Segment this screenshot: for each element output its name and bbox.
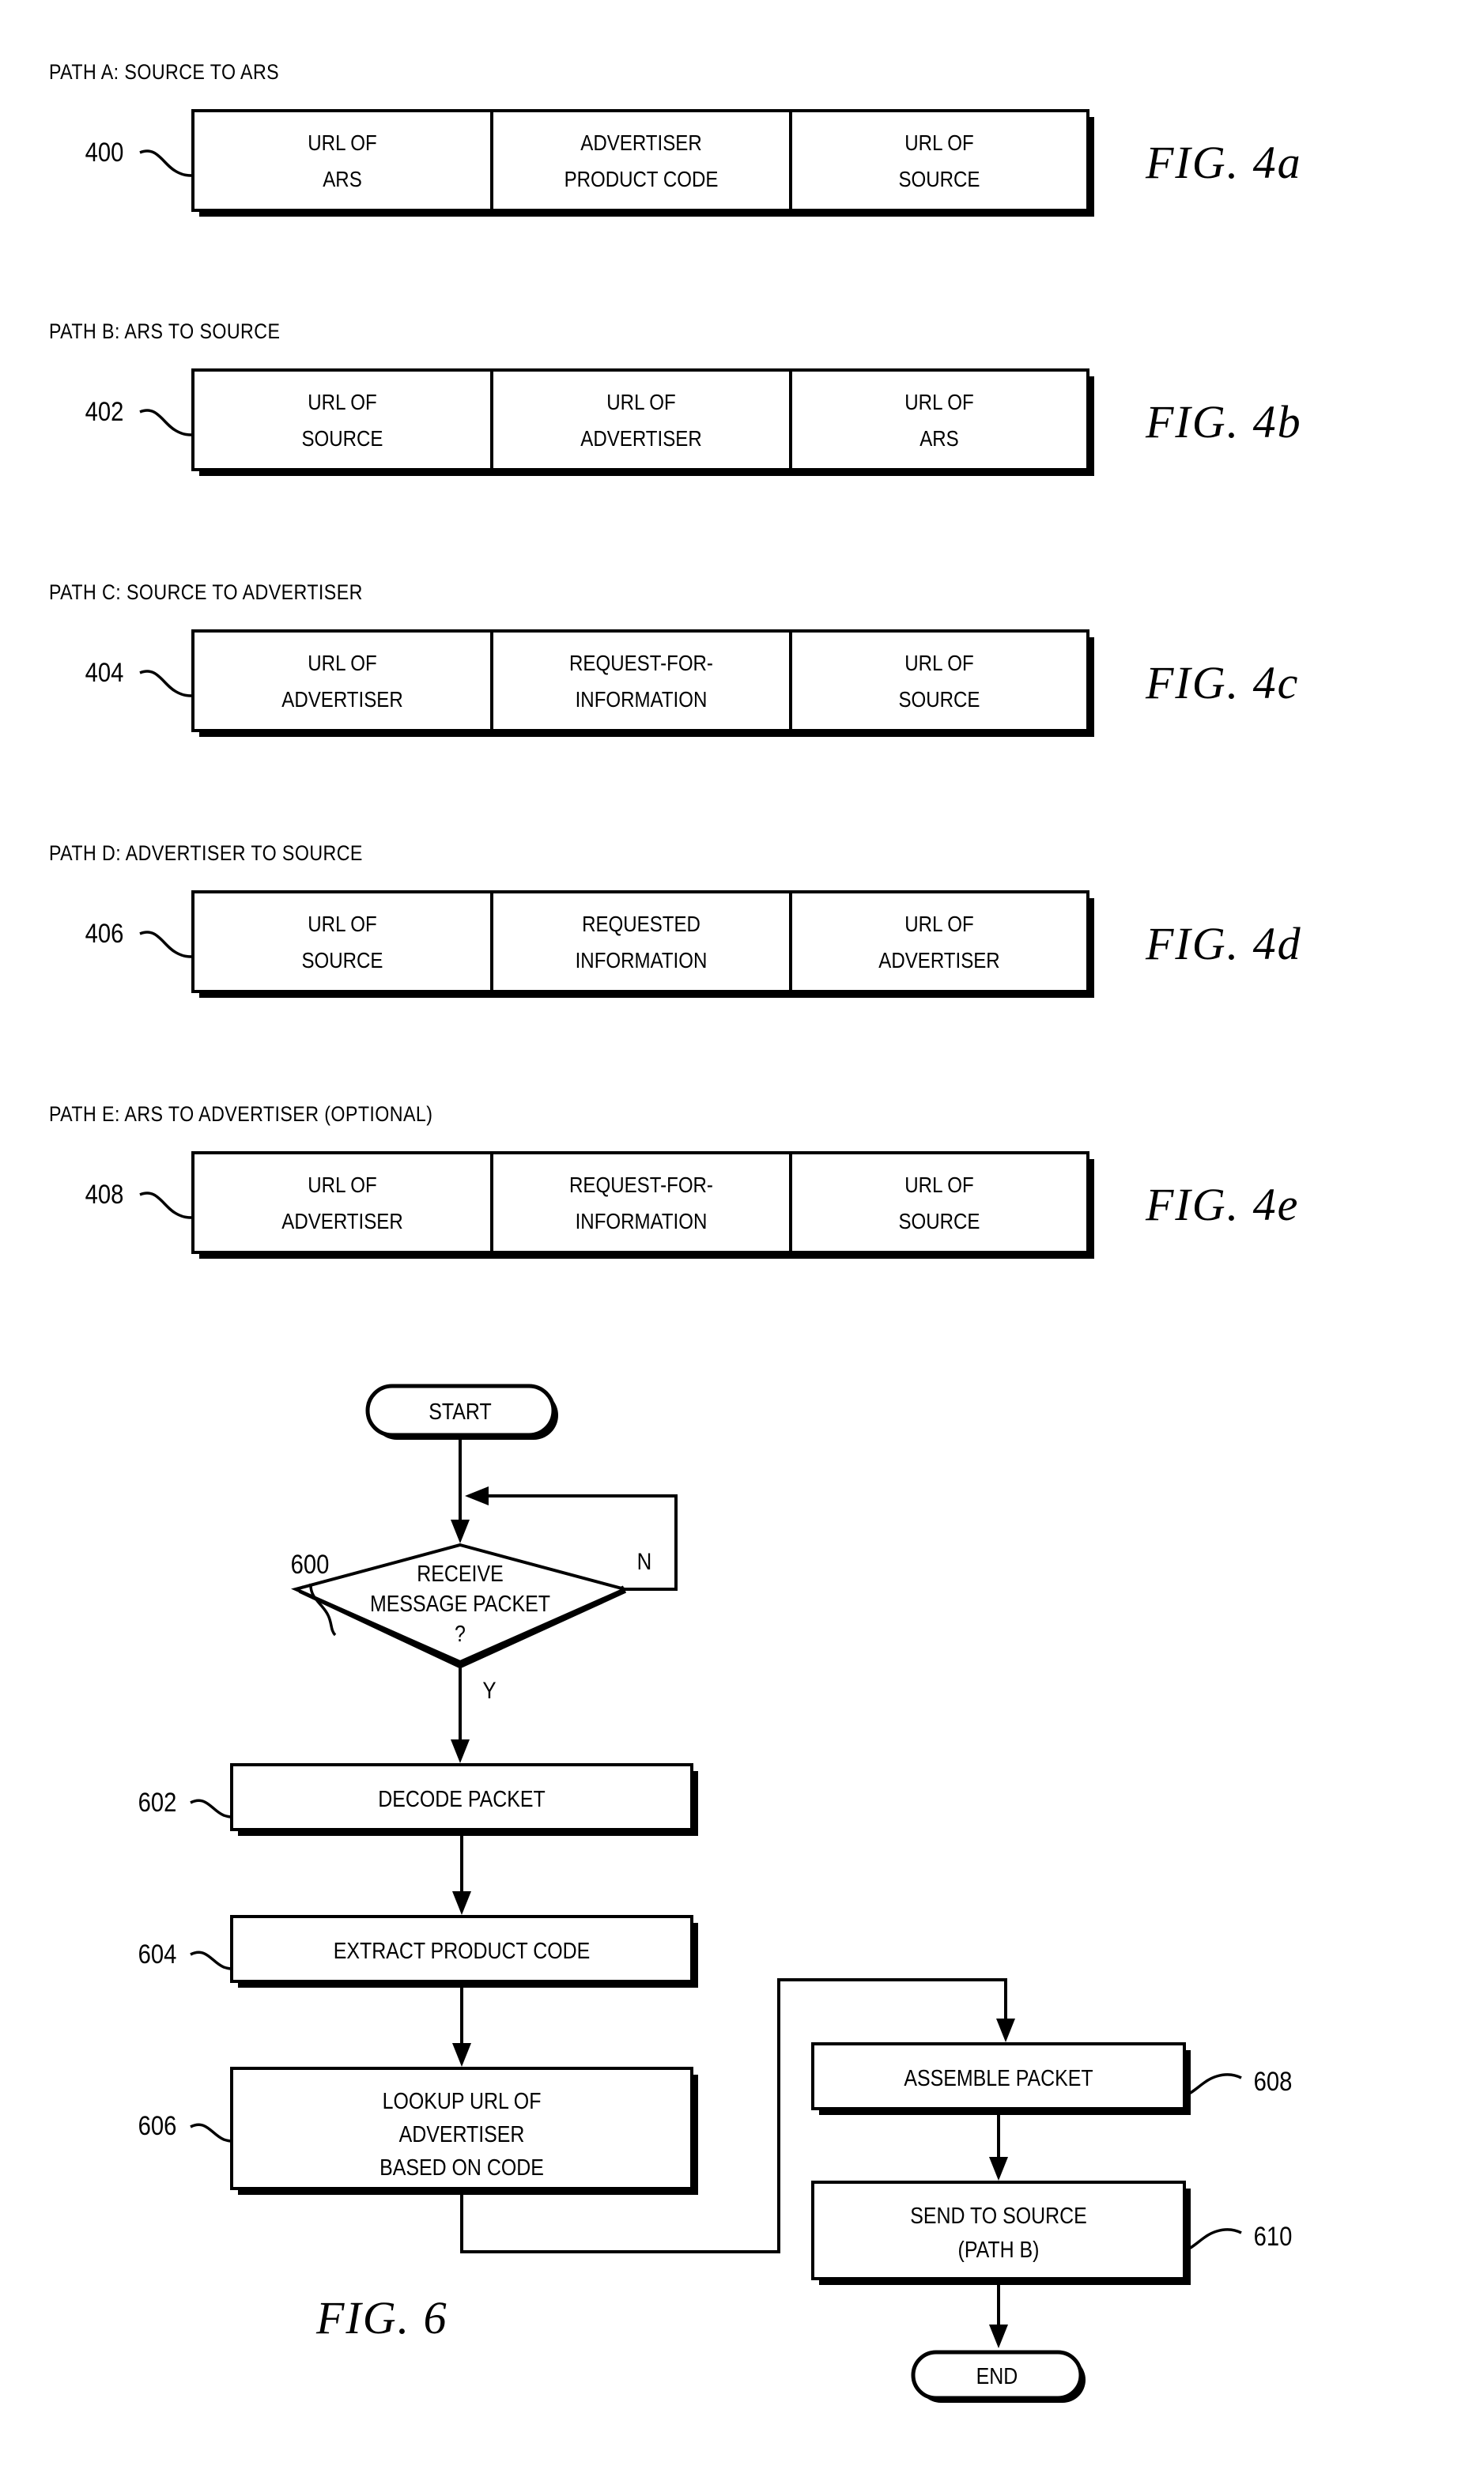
flow-branch-yes: Y xyxy=(451,1662,497,1763)
packet-cell-a3-line1: URL OF xyxy=(904,130,973,155)
flow-step-606: LOOKUP URL OF ADVERTISER BASED ON CODE xyxy=(230,2067,698,2195)
packet-cell-e1-line1: URL OF xyxy=(308,1172,376,1197)
packet-cell-d2-line2: INFORMATION xyxy=(576,947,708,973)
packet-cell-d1-line1: URL OF xyxy=(308,911,376,936)
packet-figure-4b: PATH B: ARS TO SOURCE URL OF SOURCE URL … xyxy=(49,319,1302,476)
flow-step-604-label: EXTRACT PRODUCT CODE xyxy=(334,1938,591,1963)
packet-figure-4a: PATH A: SOURCE TO ARS URL OF ARS ADVERTI… xyxy=(49,60,1302,217)
packet-cell-c3-line2: SOURCE xyxy=(898,686,980,712)
packet-cell-e3-line1: URL OF xyxy=(904,1172,973,1197)
figure-label-4b: FIG. 4b xyxy=(1145,396,1302,448)
packet-cell-b1-line2: SOURCE xyxy=(301,425,383,451)
packet-cell-a1-line2: ARS xyxy=(323,166,362,191)
reference-numeral-608: 608 xyxy=(1254,2066,1293,2097)
flow-branch-yes-label: Y xyxy=(482,1677,497,1703)
flow-step-608: ASSEMBLE PACKET xyxy=(811,2042,1191,2115)
reference-numeral-606: 606 xyxy=(138,2110,177,2141)
packet-cell-d2-line1: REQUESTED xyxy=(582,911,700,936)
packet-cell-e3-line2: SOURCE xyxy=(898,1208,980,1233)
reference-numeral-602: 602 xyxy=(138,1787,177,1818)
flow-branch-no-label: N xyxy=(637,1548,652,1574)
reference-numeral-402: 402 xyxy=(85,396,124,427)
packet-cell-c2-line1: REQUEST-FOR- xyxy=(569,650,713,675)
flow-step-610-line1: SEND TO SOURCE xyxy=(910,2203,1086,2228)
reference-numeral-408: 408 xyxy=(85,1179,124,1210)
packet-cell-a1-line1: URL OF xyxy=(308,130,376,155)
flow-decision-line2: MESSAGE PACKET xyxy=(370,1591,550,1616)
flow-step-606-line1: LOOKUP URL OF xyxy=(383,2088,542,2113)
path-caption-b: PATH B: ARS TO SOURCE xyxy=(49,319,280,343)
flow-decision-line1: RECEIVE xyxy=(417,1561,503,1586)
packet-cell-b3-line1: URL OF xyxy=(904,389,973,414)
packet-cell-b1-line1: URL OF xyxy=(308,389,376,414)
packet-cell-e2-line1: REQUEST-FOR- xyxy=(569,1172,713,1197)
packet-cell-d3-line2: ADVERTISER xyxy=(878,947,999,973)
reference-numeral-610: 610 xyxy=(1254,2221,1293,2252)
patent-drawing-sheet: PATH A: SOURCE TO ARS URL OF ARS ADVERTI… xyxy=(0,0,1484,2470)
packet-cell-b2-line1: URL OF xyxy=(606,389,675,414)
flow-terminal-start-label: START xyxy=(429,1399,491,1424)
packet-cell-a2-line2: PRODUCT CODE xyxy=(565,166,719,191)
packet-cell-e2-line2: INFORMATION xyxy=(576,1208,708,1233)
packet-figure-4c: PATH C: SOURCE TO ADVERTISER URL OF ADVE… xyxy=(49,580,1299,737)
packet-cell-d1-line2: SOURCE xyxy=(301,947,383,973)
flow-step-602: DECODE PACKET xyxy=(230,1763,698,1836)
flow-terminal-end: END xyxy=(911,2350,1086,2403)
packet-figure-4d: PATH D: ADVERTISER TO SOURCE URL OF SOUR… xyxy=(49,841,1302,998)
path-caption-e: PATH E: ARS TO ADVERTISER (OPTIONAL) xyxy=(49,1102,432,1126)
reference-numeral-406: 406 xyxy=(85,918,124,949)
reference-numeral-604: 604 xyxy=(138,1939,177,1970)
path-caption-d: PATH D: ADVERTISER TO SOURCE xyxy=(49,841,363,865)
reference-numeral-404: 404 xyxy=(85,657,124,688)
packet-cell-d3-line1: URL OF xyxy=(904,911,973,936)
flowchart-figure-6: START RECEIVE MESSAGE PACKET ? 600 N Y D… xyxy=(138,1384,1293,2403)
path-caption-c: PATH C: SOURCE TO ADVERTISER xyxy=(49,580,363,604)
flow-decision-line3: ? xyxy=(455,1621,466,1646)
reference-numeral-400: 400 xyxy=(85,137,124,168)
flow-step-604: EXTRACT PRODUCT CODE xyxy=(230,1915,698,1988)
flow-step-608-label: ASSEMBLE PACKET xyxy=(904,2065,1093,2090)
packet-cell-b2-line2: ADVERTISER xyxy=(580,425,701,451)
packet-cell-c1-line1: URL OF xyxy=(308,650,376,675)
packet-cell-c2-line2: INFORMATION xyxy=(576,686,708,712)
packet-cell-c3-line1: URL OF xyxy=(904,650,973,675)
flow-terminal-start: START xyxy=(365,1384,558,1440)
flow-step-610: SEND TO SOURCE (PATH B) xyxy=(811,2181,1191,2285)
flow-step-606-line2: ADVERTISER xyxy=(399,2121,525,2147)
flow-terminal-end-label: END xyxy=(976,2363,1018,2389)
packet-cell-a3-line2: SOURCE xyxy=(898,166,980,191)
flow-step-610-line2: (PATH B) xyxy=(958,2237,1040,2262)
packet-cell-a2-line1: ADVERTISER xyxy=(580,130,701,155)
figure-label-4e: FIG. 4e xyxy=(1145,1179,1299,1230)
flow-decision-600: RECEIVE MESSAGE PACKET ? xyxy=(291,1543,629,1668)
packet-cell-e1-line2: ADVERTISER xyxy=(281,1208,402,1233)
reference-numeral-600: 600 xyxy=(291,1549,330,1580)
figure-label-6: FIG. 6 xyxy=(315,2292,448,2343)
figure-label-4a: FIG. 4a xyxy=(1145,137,1302,188)
figure-label-4d: FIG. 4d xyxy=(1145,918,1302,969)
path-caption-a: PATH A: SOURCE TO ARS xyxy=(49,60,279,84)
figure-canvas: PATH A: SOURCE TO ARS URL OF ARS ADVERTI… xyxy=(49,60,1302,2403)
flow-step-606-line3: BASED ON CODE xyxy=(379,2155,544,2180)
packet-cell-b3-line2: ARS xyxy=(919,425,959,451)
flow-step-602-label: DECODE PACKET xyxy=(378,1786,545,1811)
figure-label-4c: FIG. 4c xyxy=(1145,657,1299,708)
packet-figure-4e: PATH E: ARS TO ADVERTISER (OPTIONAL) URL… xyxy=(49,1102,1299,1259)
packet-cell-c1-line2: ADVERTISER xyxy=(281,686,402,712)
